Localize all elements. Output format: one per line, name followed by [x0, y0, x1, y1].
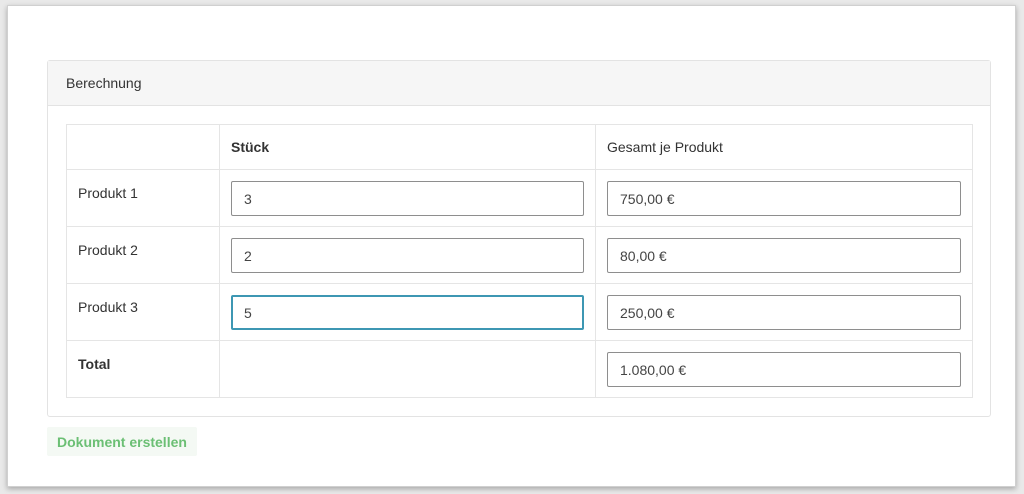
total-field-product-2[interactable]: [607, 238, 961, 273]
product-label: Produkt 3: [78, 299, 138, 315]
total-row: Total: [66, 340, 973, 398]
table-header-row: Stück Gesamt je Produkt: [66, 124, 973, 170]
total-label: Total: [78, 356, 111, 372]
table-row: Produkt 3: [66, 283, 973, 341]
product-label: Produkt 2: [78, 242, 138, 258]
panel-title: Berechnung: [48, 61, 990, 106]
total-label-cell: Total: [66, 340, 220, 398]
grand-total-field[interactable]: [607, 352, 961, 387]
empty-cell: [219, 340, 596, 398]
product-cell: Produkt 3: [66, 283, 220, 341]
product-cell: Produkt 1: [66, 169, 220, 227]
quantity-input-product-1[interactable]: [231, 181, 584, 216]
product-cell: Produkt 2: [66, 226, 220, 284]
product-label: Produkt 1: [78, 185, 138, 201]
grand-total-cell: [595, 340, 973, 398]
total-cell: [595, 226, 973, 284]
total-cell: [595, 169, 973, 227]
quantity-input-product-3[interactable]: [231, 295, 584, 330]
app-frame: Berechnung Stück Gesamt je Produkt Produ…: [7, 5, 1016, 487]
quantity-cell: [219, 283, 596, 341]
table-row: Produkt 1: [66, 169, 973, 227]
total-cell: [595, 283, 973, 341]
quantity-cell: [219, 226, 596, 284]
quantity-input-product-2[interactable]: [231, 238, 584, 273]
quantity-cell: [219, 169, 596, 227]
column-header-total: Gesamt je Produkt: [595, 124, 973, 170]
total-field-product-3[interactable]: [607, 295, 961, 330]
table-row: Produkt 2: [66, 226, 973, 284]
create-document-button[interactable]: Dokument erstellen: [47, 427, 197, 456]
calculation-panel: Berechnung Stück Gesamt je Produkt Produ…: [47, 60, 991, 417]
calculation-table: Stück Gesamt je Produkt Produkt 1 3 750,…: [66, 124, 973, 398]
column-header-quantity: Stück: [219, 124, 596, 170]
total-field-product-1[interactable]: [607, 181, 961, 216]
column-header-label: [66, 124, 220, 170]
